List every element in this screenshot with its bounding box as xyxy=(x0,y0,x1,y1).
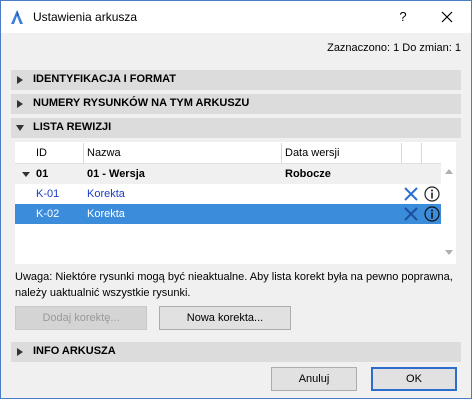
group-name: 01 - Wersja xyxy=(87,168,145,180)
group-date: Robocze xyxy=(285,168,331,180)
scroll-down-icon[interactable] xyxy=(445,250,453,255)
group-id: 01 xyxy=(36,168,49,180)
section-identification[interactable]: IDENTYFIKACJA I FORMAT xyxy=(11,70,461,90)
collapse-icon xyxy=(16,125,24,131)
section-label: IDENTYFIKACJA I FORMAT xyxy=(33,73,176,85)
section-revision-list[interactable]: LISTA REWIZJI xyxy=(11,118,461,138)
row-id: K-02 xyxy=(36,208,60,220)
table-row-selected[interactable]: K-02 Korekta xyxy=(15,204,441,224)
warning-message: Uwaga: Niektóre rysunki mogą być nieaktu… xyxy=(15,271,453,299)
close-icon xyxy=(441,11,453,23)
section-label: LISTA REWIZJI xyxy=(33,121,112,133)
column-header-id[interactable]: ID xyxy=(36,147,47,159)
section-drawing-numbers[interactable]: NUMERY RYSUNKÓW NA TYM ARKUSZU xyxy=(11,94,461,114)
column-divider xyxy=(83,143,84,163)
section-label: NUMERY RYSUNKÓW NA TYM ARKUSZU xyxy=(33,97,250,109)
row-id: K-01 xyxy=(36,188,60,200)
window-title: Ustawienia arkusza xyxy=(33,10,138,24)
title-bar: Ustawienia arkusza ? xyxy=(1,1,471,33)
column-header-name[interactable]: Nazwa xyxy=(87,147,121,159)
scroll-up-icon[interactable] xyxy=(445,169,453,174)
delete-icon[interactable] xyxy=(403,186,419,202)
help-button[interactable]: ? xyxy=(391,7,415,27)
delete-icon[interactable] xyxy=(403,206,419,222)
row-name: Korekta xyxy=(87,188,125,200)
selection-summary: Zaznaczono: 1 Do zmian: 1 xyxy=(327,42,461,54)
row-name: Korekta xyxy=(87,208,125,220)
collapse-icon[interactable] xyxy=(22,172,30,177)
cancel-button[interactable]: Anuluj xyxy=(271,367,357,391)
expand-icon xyxy=(17,100,23,108)
info-icon[interactable] xyxy=(424,206,440,222)
section-sheet-info[interactable]: INFO ARKUSZA xyxy=(11,342,461,362)
close-button[interactable] xyxy=(435,7,459,27)
add-correction-button[interactable]: Dodaj korektę... xyxy=(15,306,147,330)
info-icon[interactable] xyxy=(424,186,440,202)
column-divider xyxy=(281,143,282,163)
archicad-icon xyxy=(11,10,23,24)
table-group-row[interactable]: 01 01 - Wersja Robocze xyxy=(15,164,441,184)
expand-icon xyxy=(17,76,23,84)
section-label: INFO ARKUSZA xyxy=(33,345,116,357)
sheet-settings-dialog: Ustawienia arkusza ? Zaznaczono: 1 Do zm… xyxy=(0,0,472,399)
table-header: ID Nazwa Data wersji xyxy=(15,142,441,164)
column-divider xyxy=(421,143,422,163)
revision-table: ID Nazwa Data wersji 01 01 - Wersja Robo… xyxy=(15,142,456,264)
new-correction-button[interactable]: Nowa korekta... xyxy=(159,306,291,330)
ok-button[interactable]: OK xyxy=(371,367,457,391)
table-row[interactable]: K-01 Korekta xyxy=(15,184,441,204)
vertical-scrollbar[interactable] xyxy=(441,164,456,264)
column-header-date[interactable]: Data wersji xyxy=(285,147,339,159)
expand-icon xyxy=(17,348,23,356)
column-divider xyxy=(401,143,402,163)
